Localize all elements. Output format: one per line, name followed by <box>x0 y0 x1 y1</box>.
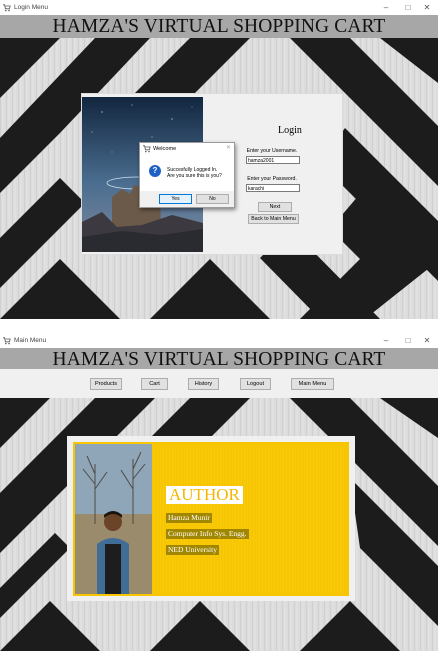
login-banner: HAMZA'S VIRTUAL SHOPPING CART <box>0 15 438 38</box>
username-input[interactable]: hamza2001 <box>246 156 300 164</box>
password-label: Enter your Password. <box>247 176 297 182</box>
dialog-footer: Yes No <box>140 191 234 207</box>
logout-button[interactable]: Logout <box>240 378 271 390</box>
no-button[interactable]: No <box>196 194 229 204</box>
author-card: AUTHOR Hamza Munir Computer Info Sys. En… <box>73 442 349 596</box>
author-name: Hamza Munir <box>166 513 212 523</box>
cart-button[interactable]: Cart <box>141 378 168 390</box>
products-button[interactable]: Products <box>90 378 122 390</box>
main-banner: HAMZA'S VIRTUAL SHOPPING CART <box>0 348 438 371</box>
yes-button[interactable]: Yes <box>159 194 192 204</box>
main-menu-button[interactable]: Main Menu <box>291 378 334 390</box>
author-university: NED University <box>166 545 219 555</box>
cart-icon <box>143 145 151 153</box>
login-window: Login Menu – □ ✕ HAMZA'S VIRTUAL SHOPPIN… <box>0 0 438 319</box>
author-program: Computer Info Sys. Engg. <box>166 529 249 539</box>
next-button[interactable]: Next <box>258 202 292 212</box>
close-button[interactable]: ✕ <box>414 333 438 348</box>
welcome-dialog-title: Welcome <box>153 146 177 152</box>
question-icon: ? <box>149 165 161 177</box>
login-window-title: Login Menu <box>14 4 48 11</box>
author-heading: AUTHOR <box>166 486 243 504</box>
author-frame: AUTHOR Hamza Munir Computer Info Sys. En… <box>67 436 355 601</box>
close-button[interactable]: ✕ <box>414 0 438 15</box>
welcome-dialog-titlebar: Welcome <box>140 143 234 155</box>
author-photo <box>75 444 152 594</box>
welcome-dialog: Welcome ✕ ? Succesfully Logged In. Are y… <box>139 142 235 208</box>
main-menu-bar: Products Cart History Logout Main Menu <box>0 369 438 398</box>
dialog-message: Succesfully Logged In. Are you sure this… <box>167 167 222 179</box>
main-window-title: Main Menu <box>14 337 47 344</box>
dialog-close-button[interactable]: ✕ <box>226 144 231 151</box>
login-title: Login <box>278 125 302 136</box>
login-window-titlebar: Login Menu – □ ✕ <box>0 0 438 15</box>
main-window-titlebar: Main Menu – □ ✕ <box>0 333 438 348</box>
dialog-message-line2: Are you sure this is you? <box>167 173 222 179</box>
cart-icon <box>3 3 11 11</box>
back-to-main-menu-button[interactable]: Back to Main Menu <box>248 214 299 224</box>
history-button[interactable]: History <box>188 378 219 390</box>
cart-icon <box>3 336 11 344</box>
password-input[interactable]: karachi <box>246 184 300 192</box>
username-label: Enter your Username. <box>246 148 298 154</box>
